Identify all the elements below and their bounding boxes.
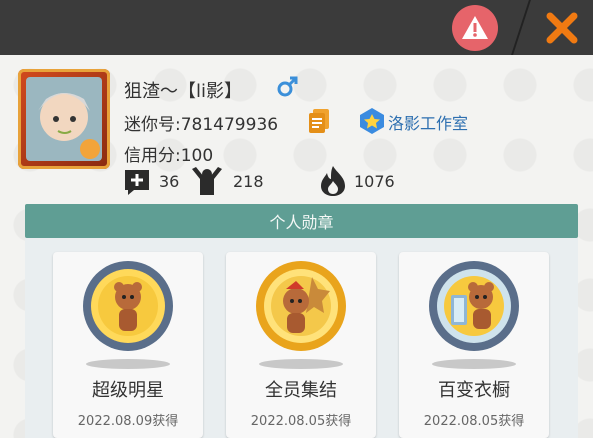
top-bar bbox=[0, 0, 593, 55]
fans-icon bbox=[192, 167, 222, 195]
divider bbox=[511, 0, 531, 55]
avatar-image bbox=[26, 77, 102, 161]
fans-count: 218 bbox=[233, 172, 264, 191]
superstar-medal-icon bbox=[83, 261, 173, 351]
medal-shadow bbox=[259, 359, 343, 369]
warning-icon bbox=[462, 16, 488, 39]
assemble-medal-icon bbox=[256, 261, 346, 351]
medal-date: 2022.08.09获得 bbox=[77, 414, 179, 429]
friends-count: 36 bbox=[159, 172, 180, 191]
medal-shadow bbox=[432, 359, 516, 369]
medal-card[interactable]: 超级明星 2022.08.09获得 bbox=[53, 252, 203, 438]
medal-title: 百变衣橱 bbox=[438, 380, 510, 401]
copy-icon[interactable] bbox=[306, 107, 332, 135]
medal-card[interactable]: 全员集结 2022.08.05获得 bbox=[226, 252, 376, 438]
medal-title: 全员集结 bbox=[265, 380, 337, 401]
section-title-bar: 个人勋章 bbox=[25, 204, 578, 238]
section-title: 个人勋章 bbox=[269, 213, 334, 232]
studio-name[interactable]: 洛影工作室 bbox=[388, 110, 468, 134]
heat-icon bbox=[321, 166, 345, 196]
player-name: 狙渣～【li影】 bbox=[124, 81, 243, 102]
medal-card[interactable]: 百变衣橱 2022.08.05获得 bbox=[399, 252, 549, 438]
close-button[interactable] bbox=[540, 6, 584, 50]
credit-score: 信用分:100 bbox=[124, 146, 214, 166]
report-button[interactable] bbox=[452, 5, 498, 51]
close-icon bbox=[546, 12, 578, 44]
studio-badge-icon bbox=[360, 108, 384, 134]
male-icon bbox=[277, 76, 298, 97]
medal-title: 超级明星 bbox=[92, 380, 164, 401]
medal-shadow bbox=[86, 359, 170, 369]
player-id: 迷你号:781479936 bbox=[124, 115, 279, 135]
heat-count: 1076 bbox=[354, 172, 395, 191]
wardrobe-medal-icon bbox=[429, 261, 519, 351]
medal-date: 2022.08.05获得 bbox=[423, 414, 525, 429]
avatar[interactable] bbox=[18, 69, 110, 169]
add-friend-icon bbox=[125, 170, 149, 195]
medal-date: 2022.08.05获得 bbox=[250, 414, 352, 429]
